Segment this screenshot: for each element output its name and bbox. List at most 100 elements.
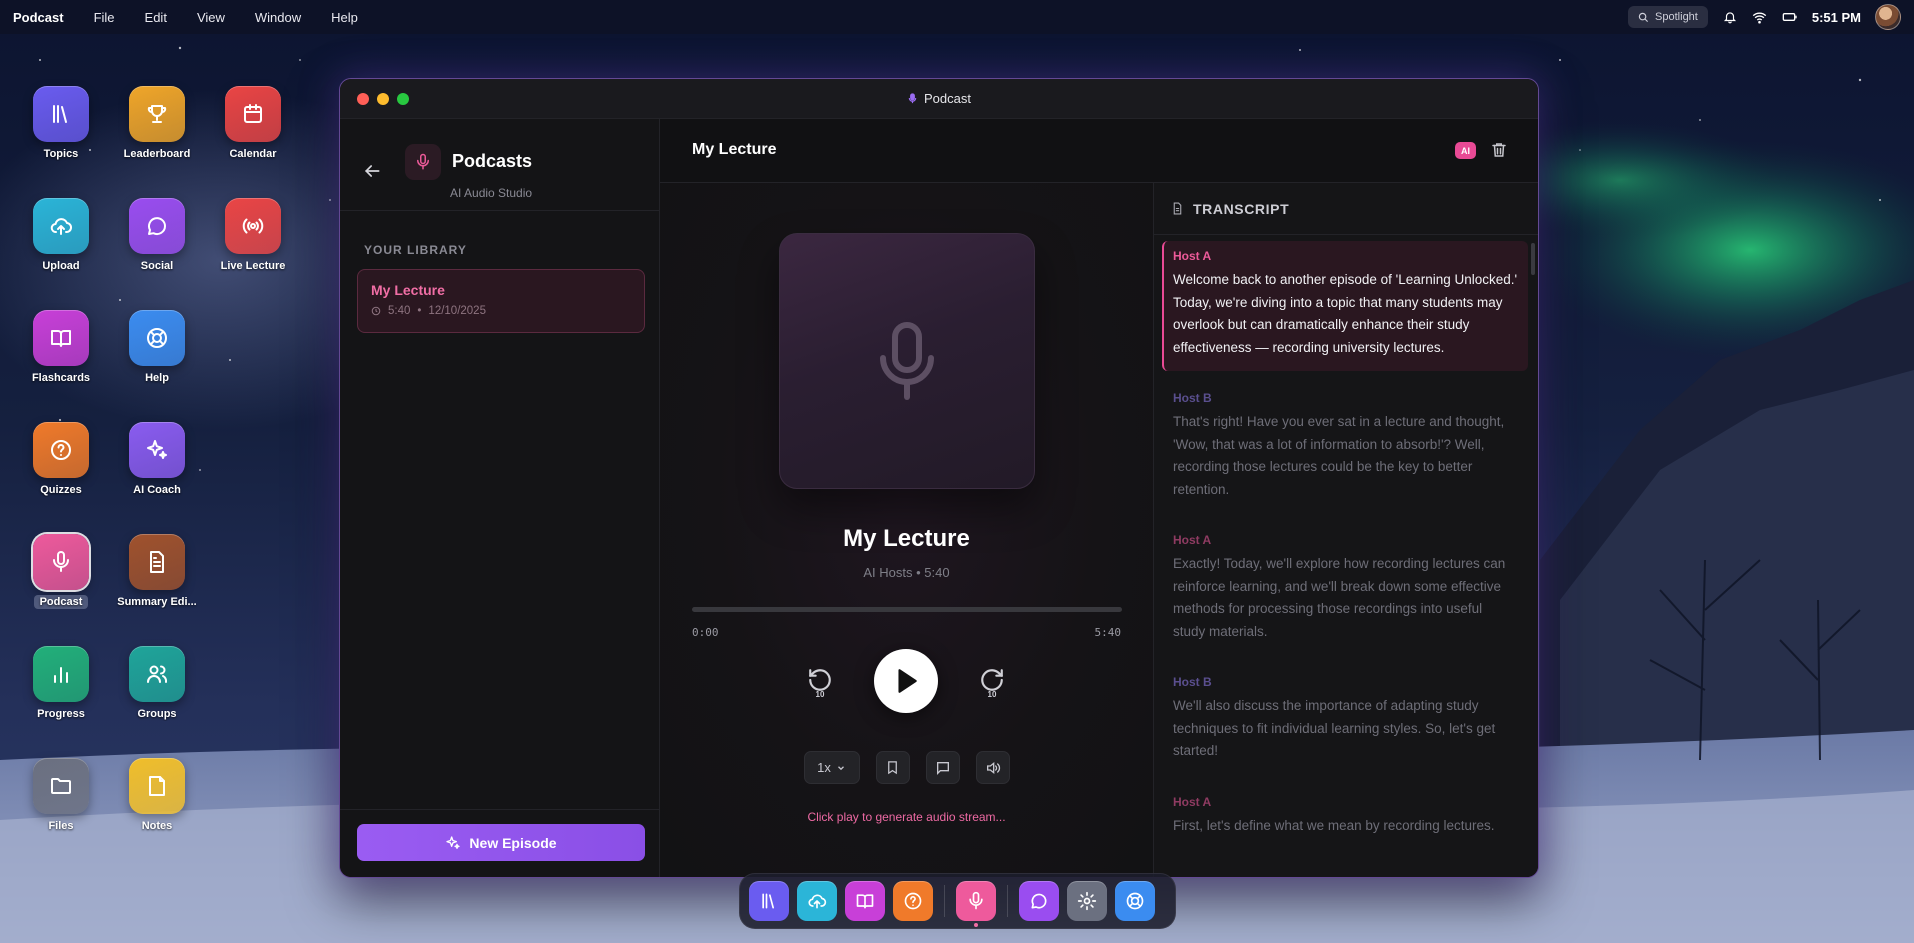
desktop-icon-label: Files	[48, 820, 74, 832]
spotlight-search[interactable]: Spotlight	[1628, 6, 1708, 28]
bell-icon[interactable]	[1722, 9, 1738, 25]
desktop-icon-topics[interactable]: Topics	[13, 86, 109, 161]
transcript-entry[interactable]: Host A Welcome back to another episode o…	[1162, 241, 1528, 371]
upload-cloud-icon	[50, 218, 73, 235]
menu-help[interactable]: Help	[331, 10, 358, 25]
delete-episode-button[interactable]	[1490, 141, 1510, 161]
player-hint: Click play to generate audio stream...	[807, 810, 1006, 824]
dock-quizzes[interactable]	[893, 881, 933, 921]
transcript-entry[interactable]: Host B That's right! Have you ever sat i…	[1162, 383, 1528, 513]
new-episode-button[interactable]: New Episode	[357, 824, 645, 861]
desktop-icon-label: Social	[140, 260, 174, 272]
battery-icon[interactable]	[1782, 9, 1798, 25]
menubar-clock[interactable]: 5:51 PM	[1812, 10, 1861, 25]
menu-view[interactable]: View	[197, 10, 225, 25]
transcript-heading: TRANSCRIPT	[1193, 200, 1290, 217]
desktop-icon-label: Help	[145, 372, 169, 384]
transcript-text: Exactly! Today, we'll explore how record…	[1173, 556, 1506, 639]
gear-icon	[1077, 891, 1097, 911]
desktop-icon-tile	[225, 198, 281, 254]
dock-separator	[1007, 885, 1008, 917]
window-titlebar[interactable]: Podcast	[340, 79, 1538, 119]
upload-cloud-icon	[808, 894, 827, 909]
dock-podcast[interactable]	[956, 881, 996, 927]
skip-forward-button[interactable]: 10	[975, 667, 1009, 707]
dock-help[interactable]	[1115, 881, 1155, 921]
desktop-icon-social[interactable]: Social	[109, 198, 205, 273]
volume-button[interactable]	[975, 751, 1010, 784]
desktop-icon-tile	[129, 646, 185, 702]
desktop-icon-leaderboard[interactable]: Leaderboard	[109, 86, 205, 161]
microphone-icon	[53, 551, 69, 572]
episode-meta-separator: •	[417, 305, 422, 317]
menu-window[interactable]: Window	[255, 10, 301, 25]
desktop-icon-calendar[interactable]: Calendar	[205, 86, 301, 161]
desktop-icon-groups[interactable]: Groups	[109, 646, 205, 721]
desktop-icon-quizzes[interactable]: Quizzes	[13, 422, 109, 497]
dock-social[interactable]	[1019, 881, 1059, 921]
dock-upload[interactable]	[797, 881, 837, 921]
desktop-icon-tile	[33, 646, 89, 702]
desktop-icon-tile	[33, 422, 89, 478]
minimize-button[interactable]	[377, 92, 389, 105]
desktop-icon-tile	[33, 86, 89, 142]
transcript-scrollbar[interactable]	[1531, 243, 1535, 275]
transcript-entry[interactable]: Host B We'll also discuss the importance…	[1162, 667, 1528, 775]
back-button[interactable]	[362, 161, 382, 181]
desktop-icon-live-lecture[interactable]: Live Lecture	[205, 198, 301, 273]
dock	[739, 873, 1176, 929]
note-icon	[149, 776, 165, 796]
desktop-icon-label: AI Coach	[133, 484, 181, 496]
desktop-icon-flashcards[interactable]: Flashcards	[13, 310, 109, 385]
microphone-icon	[417, 153, 429, 170]
menu-file[interactable]: File	[94, 10, 115, 25]
dock-settings[interactable]	[1067, 881, 1107, 921]
desktop-icon-label: Groups	[137, 708, 177, 720]
zoom-button[interactable]	[397, 92, 409, 105]
menubar-app-name[interactable]: Podcast	[13, 10, 64, 25]
dock-topics[interactable]	[749, 881, 789, 921]
user-avatar[interactable]	[1875, 4, 1901, 30]
desktop-icon-podcast[interactable]: Podcast	[13, 534, 109, 609]
skip-back-button[interactable]: 10	[803, 667, 837, 707]
desktop-icon-label: Notes	[141, 820, 173, 832]
desktop-icon-label: Quizzes	[40, 484, 82, 496]
close-button[interactable]	[357, 92, 369, 105]
desktop-icon-upload[interactable]: Upload	[13, 198, 109, 273]
clock-icon	[371, 306, 381, 316]
transcript-speaker: Host A	[1173, 249, 1212, 263]
desktop-icon-ai-coach[interactable]: AI Coach	[109, 422, 205, 497]
transcript-text: That's right! Have you ever sat in a lec…	[1173, 414, 1505, 497]
folder-icon	[51, 778, 71, 794]
comment-button[interactable]	[925, 751, 960, 784]
volume-icon	[986, 761, 1000, 774]
desktop-icon-files[interactable]: Files	[13, 758, 109, 833]
play-icon	[898, 669, 917, 693]
desktop-icon-tile	[33, 198, 89, 254]
transcript-entry[interactable]: Host A First, let's define what we mean …	[1162, 787, 1528, 850]
transcript-text: We'll also discuss the importance of ada…	[1173, 698, 1496, 758]
track-title: My Lecture	[843, 525, 970, 552]
desktop-icon-progress[interactable]: Progress	[13, 646, 109, 721]
playback-speed-select[interactable]: 1x	[803, 751, 860, 784]
menu-edit[interactable]: Edit	[145, 10, 167, 25]
transcript-entry[interactable]: Host A Exactly! Today, we'll explore how…	[1162, 525, 1528, 655]
wifi-icon[interactable]	[1752, 9, 1768, 25]
episode-item-my-lecture[interactable]: My Lecture 5:40 • 12/10/2025	[357, 269, 645, 333]
document-icon	[150, 551, 164, 573]
desktop-icon-summary-edi[interactable]: Summary Edi...	[109, 534, 205, 609]
chevron-down-icon	[837, 765, 844, 770]
ai-badge: AI	[1455, 142, 1476, 159]
dock-flashcards[interactable]	[845, 881, 885, 921]
transcript-text: Welcome back to another episode of 'Lear…	[1173, 272, 1518, 355]
desktop-icon-tile	[225, 86, 281, 142]
library-sidebar: Podcasts AI Audio Studio YOUR LIBRARY My…	[340, 119, 660, 877]
chat-bubble-icon	[1031, 893, 1047, 909]
desktop-icon-notes[interactable]: Notes	[109, 758, 205, 833]
desktop-icon-tile	[129, 422, 185, 478]
sidebar-title: Podcasts	[452, 151, 533, 171]
desktop-icon-help[interactable]: Help	[109, 310, 205, 385]
progress-bar[interactable]	[692, 607, 1122, 612]
bookmark-button[interactable]	[875, 751, 910, 784]
play-button[interactable]	[874, 649, 938, 713]
